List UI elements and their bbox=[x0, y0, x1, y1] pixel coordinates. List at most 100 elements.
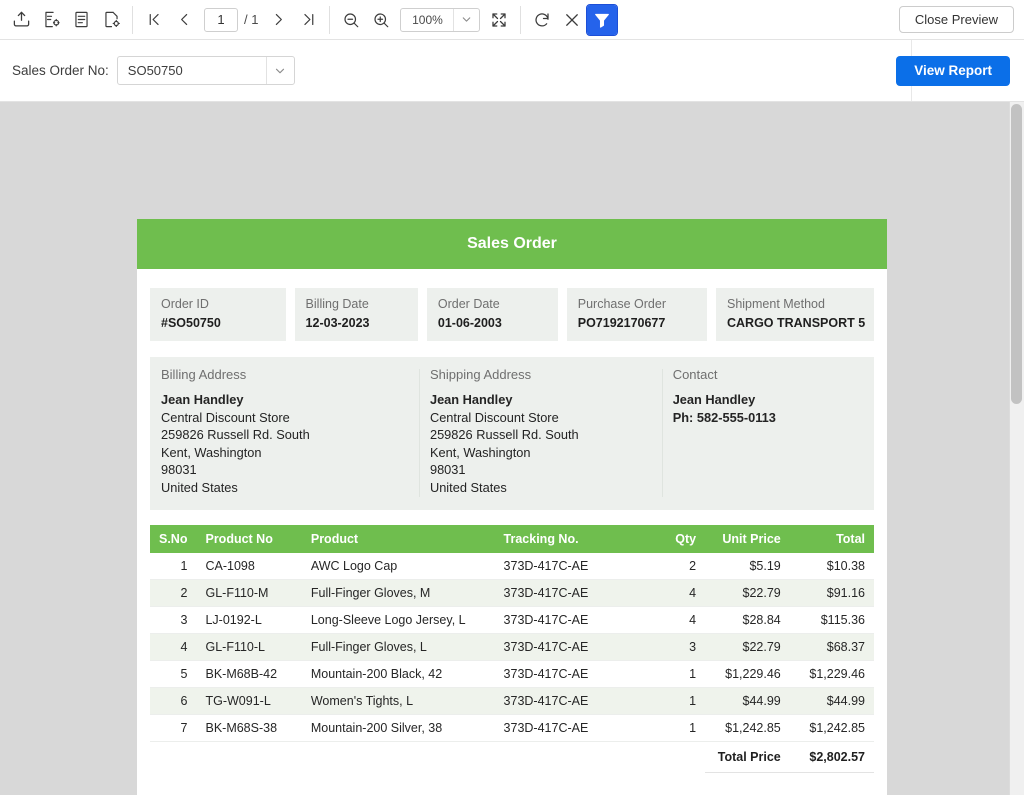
total-price-label: Total Price bbox=[705, 741, 790, 773]
cell-sno: 1 bbox=[150, 553, 197, 580]
shipping-address-line: 259826 Russell Rd. South bbox=[429, 427, 579, 442]
cell-qty: 1 bbox=[653, 660, 706, 688]
toolbar-actions-group bbox=[527, 3, 619, 36]
document-map-icon[interactable] bbox=[66, 5, 96, 35]
contact-block: Contact Jean Handley Ph: 582-555-0113 bbox=[673, 367, 863, 496]
order-items-body: 1 CA-1098 AWC Logo Cap 373D-417C-AE 2 $5.19 $1… bbox=[150, 553, 874, 742]
cell-qty: 1 bbox=[653, 714, 706, 742]
billing-date-value: 12-03-2023 bbox=[305, 316, 370, 330]
billing-address-line: 259826 Russell Rd. South bbox=[161, 427, 310, 442]
sales-order-no-value: SO50750 bbox=[127, 63, 183, 78]
refresh-icon[interactable] bbox=[527, 5, 557, 35]
cell-unit-price: $1,229.46 bbox=[705, 660, 790, 688]
shipping-address-line: Kent, Washington bbox=[429, 444, 531, 460]
shipping-address-line: United States bbox=[429, 479, 507, 495]
zoom-level-value: 100% bbox=[412, 12, 443, 27]
zoom-level-select[interactable]: 100% bbox=[400, 7, 481, 32]
cell-product: Mountain-200 Silver, 38 bbox=[301, 714, 495, 742]
fullscreen-icon[interactable] bbox=[484, 5, 514, 35]
toolbar-divider bbox=[329, 5, 331, 34]
cell-qty: 2 bbox=[653, 553, 706, 580]
billing-date-label: Billing Date bbox=[305, 297, 369, 311]
cell-total: $44.99 bbox=[789, 687, 874, 715]
toolbar-divider bbox=[132, 5, 133, 34]
viewer-scrollbar-thumb[interactable] bbox=[1011, 104, 1022, 404]
viewer-toolbar: / 1 100% bbox=[0, 0, 1024, 40]
billing-address-line: United States bbox=[161, 479, 238, 495]
chevron-down-icon bbox=[453, 8, 479, 31]
cell-unit-price: $28.84 bbox=[705, 606, 790, 634]
toolbar-zoom-group: 100% bbox=[336, 5, 514, 35]
cell-tracking: 373D-417C-AE bbox=[494, 606, 654, 634]
cell-total: $1,242.85 bbox=[789, 714, 874, 742]
export-icon[interactable] bbox=[6, 5, 36, 35]
table-row: 6 TG-W091-L Women's Tights, L 373D-417C-AE 1… bbox=[150, 687, 874, 715]
table-row: 1 CA-1098 AWC Logo Cap 373D-417C-AE 2 $5.19 $1… bbox=[150, 553, 874, 580]
previous-page-icon[interactable] bbox=[169, 5, 199, 35]
zoom-out-icon[interactable] bbox=[336, 5, 366, 35]
sales-order-no-select[interactable]: SO50750 bbox=[116, 56, 295, 85]
cell-product: Full-Finger Gloves, L bbox=[301, 633, 495, 661]
parameter-bar: Sales Order No: SO50750 View Report bbox=[0, 40, 1024, 102]
zoom-in-icon[interactable] bbox=[366, 5, 396, 35]
cell-qty: 1 bbox=[653, 687, 706, 715]
cell-sno: 4 bbox=[150, 633, 197, 661]
cell-product-no: TG-W091-L bbox=[196, 687, 302, 715]
cell-product-no: GL-F110-L bbox=[196, 633, 302, 661]
page-number-input[interactable] bbox=[204, 7, 238, 32]
column-header-total: Total bbox=[789, 525, 874, 553]
purchase-order-label: Purchase Order bbox=[577, 297, 666, 311]
order-id-box: Order ID #SO50750 bbox=[150, 288, 286, 341]
order-date-label: Order Date bbox=[437, 297, 500, 311]
billing-address-line: 98031 bbox=[161, 462, 197, 477]
shipping-address-line: 98031 bbox=[429, 462, 466, 477]
contact-heading: Contact bbox=[672, 367, 718, 382]
close-icon[interactable] bbox=[557, 5, 587, 35]
order-items-table: S.No Product No Product Tracking No. Qty… bbox=[150, 525, 874, 773]
shipment-method-value: CARGO TRANSPORT 5 bbox=[726, 316, 866, 330]
print-layout-icon[interactable] bbox=[36, 5, 66, 35]
column-header-product: Product bbox=[301, 525, 495, 553]
first-page-icon[interactable] bbox=[139, 5, 169, 35]
report-title: Sales Order bbox=[137, 219, 887, 269]
table-row: 7 BK-M68S-38 Mountain-200 Silver, 38 373D-4… bbox=[150, 714, 874, 742]
cell-unit-price: $22.79 bbox=[705, 633, 790, 661]
cell-unit-price: $1,242.85 bbox=[705, 714, 790, 742]
cell-total: $68.37 bbox=[789, 633, 874, 661]
view-report-button[interactable]: View Report bbox=[896, 55, 1010, 86]
cell-unit-price: $5.19 bbox=[705, 553, 790, 580]
close-preview-button[interactable]: Close Preview bbox=[898, 6, 1014, 33]
cell-tracking: 373D-417C-AE bbox=[494, 660, 654, 688]
order-info-row: Order ID #SO50750 Billing Date 12-03-202… bbox=[150, 288, 874, 341]
viewer-scrollbar[interactable] bbox=[1009, 102, 1024, 795]
billing-address-line: Kent, Washington bbox=[161, 444, 262, 460]
address-row: Billing Address Jean Handley Central Dis… bbox=[150, 357, 874, 510]
cell-sno: 5 bbox=[150, 660, 197, 688]
cell-product: Mountain-200 Black, 42 bbox=[301, 660, 495, 688]
column-header-sno: S.No bbox=[150, 525, 197, 553]
column-header-product-no: Product No bbox=[196, 525, 302, 553]
report-page: Sales Order Order ID #SO50750 Billing Da… bbox=[137, 219, 887, 795]
shipment-method-label: Shipment Method bbox=[726, 297, 825, 311]
chevron-down-icon bbox=[265, 57, 294, 84]
report-viewer-area: Sales Order Order ID #SO50750 Billing Da… bbox=[0, 102, 1024, 795]
contact-phone: Ph: 582-555-0113 bbox=[672, 409, 776, 425]
purchase-order-value: PO7192170677 bbox=[577, 316, 666, 330]
column-header-qty: Qty bbox=[653, 525, 706, 553]
cell-product: Long-Sleeve Logo Jersey, L bbox=[301, 606, 495, 634]
toolbar-divider bbox=[520, 5, 522, 34]
cell-qty: 4 bbox=[653, 579, 706, 607]
last-page-icon[interactable] bbox=[293, 5, 323, 35]
cell-product-no: GL-F110-M bbox=[196, 579, 302, 607]
page-setup-icon[interactable] bbox=[96, 5, 126, 35]
table-row: 3 LJ-0192-L Long-Sleeve Logo Jersey, L 373D… bbox=[150, 606, 874, 634]
shipping-address-block: Shipping Address Jean Handley Central Di… bbox=[429, 367, 673, 497]
cell-tracking: 373D-417C-AE bbox=[494, 633, 654, 661]
sales-order-no-label: Sales Order No: bbox=[12, 63, 109, 78]
toolbar-page-nav-group: / 1 bbox=[139, 5, 323, 35]
cell-product-no: BK-M68S-38 bbox=[196, 714, 302, 742]
next-page-icon[interactable] bbox=[263, 5, 293, 35]
filter-icon[interactable] bbox=[586, 3, 619, 36]
total-price-value: $2,802.57 bbox=[789, 741, 874, 773]
shipment-method-box: Shipment Method CARGO TRANSPORT 5 bbox=[715, 288, 874, 341]
